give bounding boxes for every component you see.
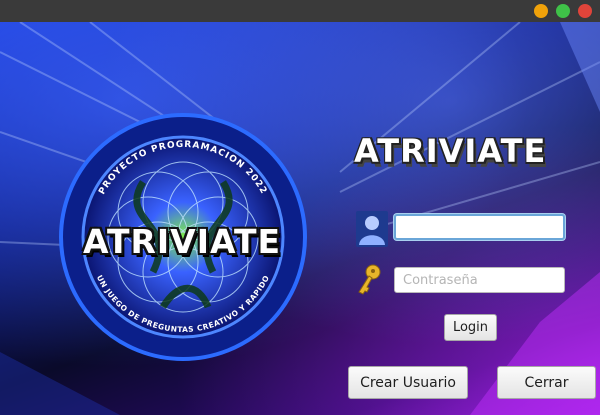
title-bar [0,0,600,22]
username-input[interactable] [394,214,565,240]
login-button[interactable]: Login [444,314,497,341]
maximize-button[interactable] [556,4,570,18]
app-title: ATRIVIATE [354,132,547,170]
login-panel: PROYECTO PROGRAMACION 2022 UN JUEGO DE P… [0,22,600,415]
app-window: PROYECTO PROGRAMACION 2022 UN JUEGO DE P… [0,0,600,415]
close-window-button[interactable] [578,4,592,18]
logo-title: ATRIVIATE [82,222,282,261]
close-button[interactable]: Cerrar [497,366,596,399]
key-icon [358,264,381,295]
password-input[interactable] [394,267,565,293]
user-icon [356,211,388,247]
create-user-button[interactable]: Crear Usuario [348,366,468,399]
minimize-button[interactable] [534,4,548,18]
